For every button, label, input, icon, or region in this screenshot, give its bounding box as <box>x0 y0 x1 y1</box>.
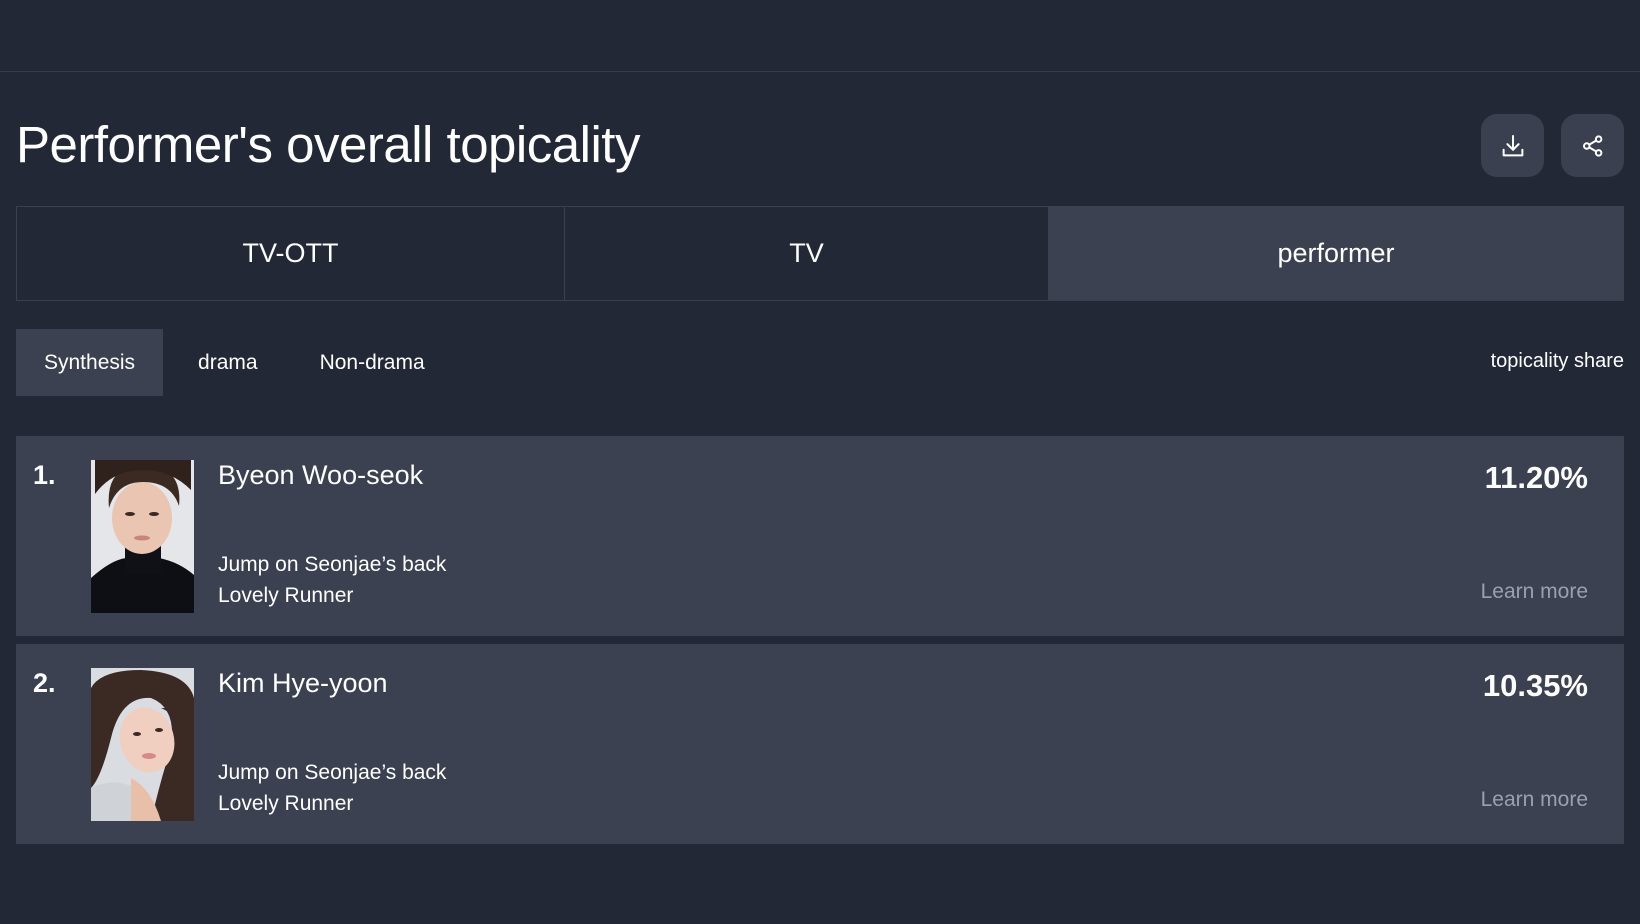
performer-name: Kim Hye-yoon <box>218 668 388 698</box>
category-tabs: TV-OTT TV performer <box>16 206 1624 301</box>
share-button[interactable] <box>1561 114 1624 177</box>
program-title: Lovely Runner <box>218 584 354 607</box>
page-title: Performer's overall topicality <box>16 116 640 173</box>
performer-photo <box>91 668 194 821</box>
ranking-row[interactable]: 1. Byeon Woo-seok Jump on Seonjae’s back… <box>16 436 1624 636</box>
rank-number: 1. <box>33 460 56 490</box>
tab-performer[interactable]: performer <box>1049 207 1623 300</box>
performer-photo <box>91 460 194 613</box>
download-button[interactable] <box>1481 114 1544 177</box>
share-icon <box>1582 134 1602 157</box>
genre-tabs: Synthesis drama Non-drama <box>16 329 445 396</box>
ranking-row[interactable]: 2. Kim Hye-yoon Jump on Seonjae’s back L… <box>16 644 1624 844</box>
performer-name: Byeon Woo-seok <box>218 460 424 490</box>
program-title: Lovely Runner <box>218 792 354 815</box>
top-navigation-bar <box>0 0 1640 72</box>
learn-more-link[interactable]: Learn more <box>1481 580 1588 604</box>
portrait-image <box>91 460 194 613</box>
portrait-image <box>91 668 194 821</box>
tab-non-drama[interactable]: Non-drama <box>284 329 445 396</box>
episode-title: Jump on Seonjae’s back <box>218 553 447 576</box>
column-label-topicality-share: topicality share <box>1490 350 1624 372</box>
tab-tv-ott[interactable]: TV-OTT <box>17 207 565 300</box>
download-icon <box>1502 134 1523 156</box>
tab-drama[interactable]: drama <box>163 329 284 396</box>
tab-tv[interactable]: TV <box>565 207 1049 300</box>
episode-title: Jump on Seonjae’s back <box>218 761 447 784</box>
program-info: Jump on Seonjae’s back Lovely Runner <box>218 757 446 819</box>
ranking-list: 1. Byeon Woo-seok Jump on Seonjae’s back… <box>16 436 1624 852</box>
learn-more-link[interactable]: Learn more <box>1481 788 1588 812</box>
rank-number: 2. <box>33 668 56 698</box>
topicality-share-value: 10.35% <box>1482 668 1588 703</box>
program-info: Jump on Seonjae’s back Lovely Runner <box>218 549 446 611</box>
tab-synthesis[interactable]: Synthesis <box>16 329 164 396</box>
topicality-share-value: 11.20% <box>1484 460 1588 495</box>
